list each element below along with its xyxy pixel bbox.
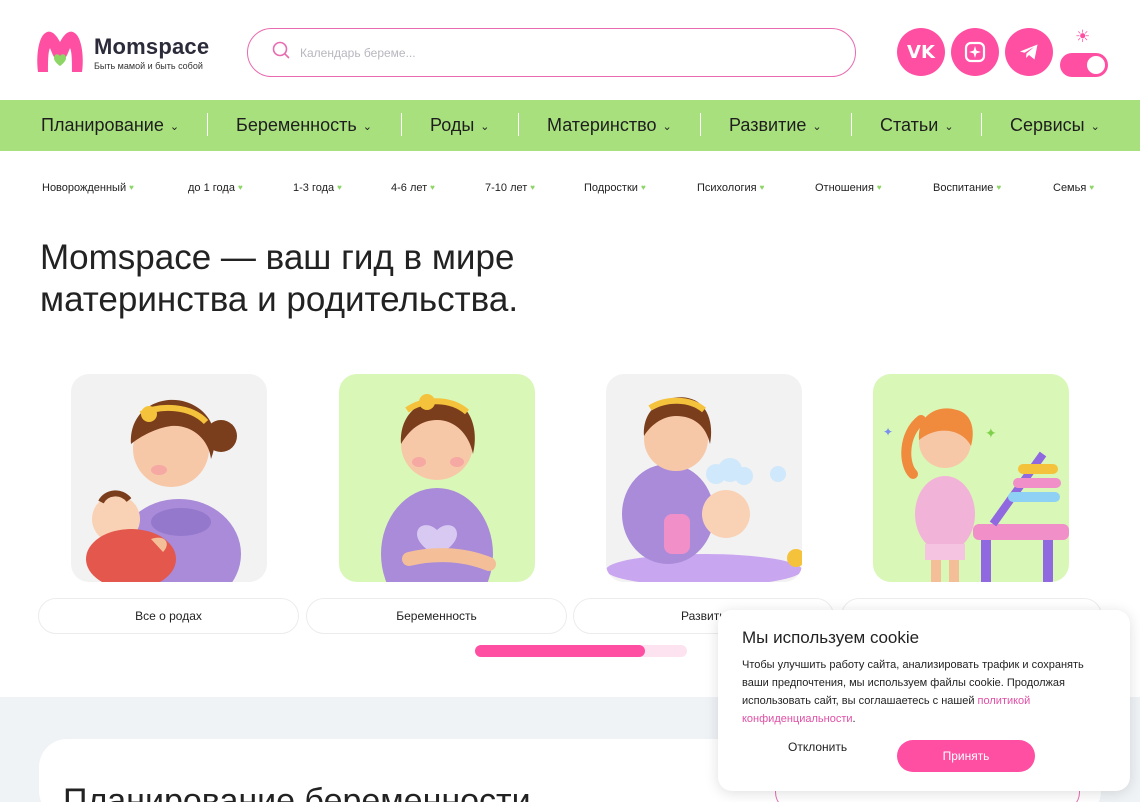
- logo-m-icon: [34, 28, 86, 76]
- subnav-item-4-6[interactable]: 4-6 лет ♥: [391, 182, 435, 194]
- heart-icon: ♥: [996, 183, 1002, 192]
- search-input[interactable]: [300, 45, 800, 60]
- card-image-pregnancy[interactable]: [339, 374, 535, 582]
- nav-item-planning[interactable]: Планирование ⌄: [41, 115, 179, 136]
- theme-toggle[interactable]: [1060, 53, 1108, 77]
- chevron-down-icon: ⌄: [362, 121, 372, 133]
- hero-title: Momspace — ваш гид в мире материнства и …: [40, 238, 519, 319]
- chevron-down-icon: ⌄: [944, 121, 954, 133]
- svg-text:✦: ✦: [985, 425, 997, 441]
- telegram-icon[interactable]: [1005, 28, 1053, 76]
- cookie-title: Мы используем cookie: [742, 628, 920, 647]
- subnav-item-newborn[interactable]: Новорожденный ♥: [42, 182, 134, 194]
- nav-item-services[interactable]: Сервисы ⌄: [1010, 115, 1100, 136]
- card-image-development-2[interactable]: ✦ ✦: [873, 374, 1069, 582]
- sun-icon: ☀: [1075, 27, 1091, 46]
- chevron-down-icon: ⌄: [169, 121, 180, 133]
- card-image-birth[interactable]: [71, 374, 267, 582]
- heart-icon: ♥: [530, 183, 536, 192]
- logo-title: Momspace: [94, 33, 210, 59]
- heart-icon: ♥: [1089, 183, 1095, 192]
- svg-text:✦: ✦: [883, 425, 893, 439]
- subnav-item-1-3[interactable]: 1-3 года ♥: [293, 182, 342, 194]
- cookie-accept-button[interactable]: Принять: [897, 740, 1035, 772]
- cookie-decline-button[interactable]: Отклонить: [788, 740, 847, 754]
- nav-item-development[interactable]: Развитие ⌄: [729, 115, 822, 136]
- main-nav: Планирование ⌄ Беременность ⌄ Роды ⌄ Матери…: [0, 100, 1140, 151]
- subnav-item-relationships[interactable]: Отношения ♥: [815, 182, 882, 194]
- chevron-down-icon: ⌄: [480, 121, 490, 133]
- chevron-down-icon: ⌄: [1090, 121, 1100, 133]
- heart-icon: ♥: [337, 183, 342, 192]
- heart-icon: ♥: [759, 183, 765, 192]
- nav-item-birth[interactable]: Роды ⌄: [430, 115, 490, 136]
- subnav-item-upbringing[interactable]: Воспитание ♥: [933, 182, 1001, 194]
- search-icon: [272, 41, 290, 64]
- card-button-birth[interactable]: Все о родах: [38, 598, 299, 634]
- theme-switcher[interactable]: ☀: [1060, 27, 1108, 77]
- logo-subtitle: Быть мамой и быть собой: [94, 60, 203, 71]
- search-box[interactable]: [247, 28, 856, 77]
- square-app-icon[interactable]: [951, 28, 999, 76]
- heart-icon: ♥: [876, 183, 882, 192]
- heart-icon: ♥: [237, 183, 243, 192]
- sub-nav: Новорожденный ♥ до 1 года ♥ 1-3 года ♥ 4-6 …: [0, 182, 1140, 198]
- vk-icon[interactable]: VK: [897, 28, 945, 76]
- cookie-text: Чтобы улучшить работу сайта, анализирова…: [742, 659, 1084, 725]
- site-header: Momspace Быть мамой и быть собой VK ☀: [0, 0, 1140, 100]
- logo[interactable]: Momspace Быть мамой и быть собой: [34, 28, 209, 76]
- chevron-down-icon: ⌄: [812, 121, 822, 133]
- section-title: Планирование беременности: [63, 782, 531, 802]
- carousel-scroll-thumb[interactable]: [475, 645, 645, 657]
- subnav-item-under-1[interactable]: до 1 года ♥: [188, 182, 243, 194]
- subnav-item-teens[interactable]: Подростки ♥: [584, 182, 646, 194]
- vk-label: VK: [907, 41, 935, 63]
- chevron-down-icon: ⌄: [662, 121, 672, 133]
- card-button-pregnancy[interactable]: Беременность: [306, 598, 567, 634]
- heart-icon: ♥: [640, 183, 646, 192]
- heart-icon: ♥: [129, 183, 134, 192]
- nav-item-pregnancy[interactable]: Беременность ⌄: [236, 115, 372, 136]
- card-image-development[interactable]: [606, 374, 802, 582]
- subnav-item-7-10[interactable]: 7-10 лет ♥: [485, 182, 535, 194]
- nav-item-articles[interactable]: Статьи ⌄: [880, 115, 954, 136]
- heart-icon: ♥: [430, 183, 435, 192]
- cookie-banner: Мы используем cookie Чтобы улучшить рабо…: [718, 610, 1130, 791]
- nav-item-motherhood[interactable]: Материнство ⌄: [547, 115, 672, 136]
- carousel-scrollbar[interactable]: [475, 645, 687, 657]
- subnav-item-psychology[interactable]: Психология ♥: [697, 182, 764, 194]
- subnav-item-family[interactable]: Семья ♥: [1053, 182, 1094, 194]
